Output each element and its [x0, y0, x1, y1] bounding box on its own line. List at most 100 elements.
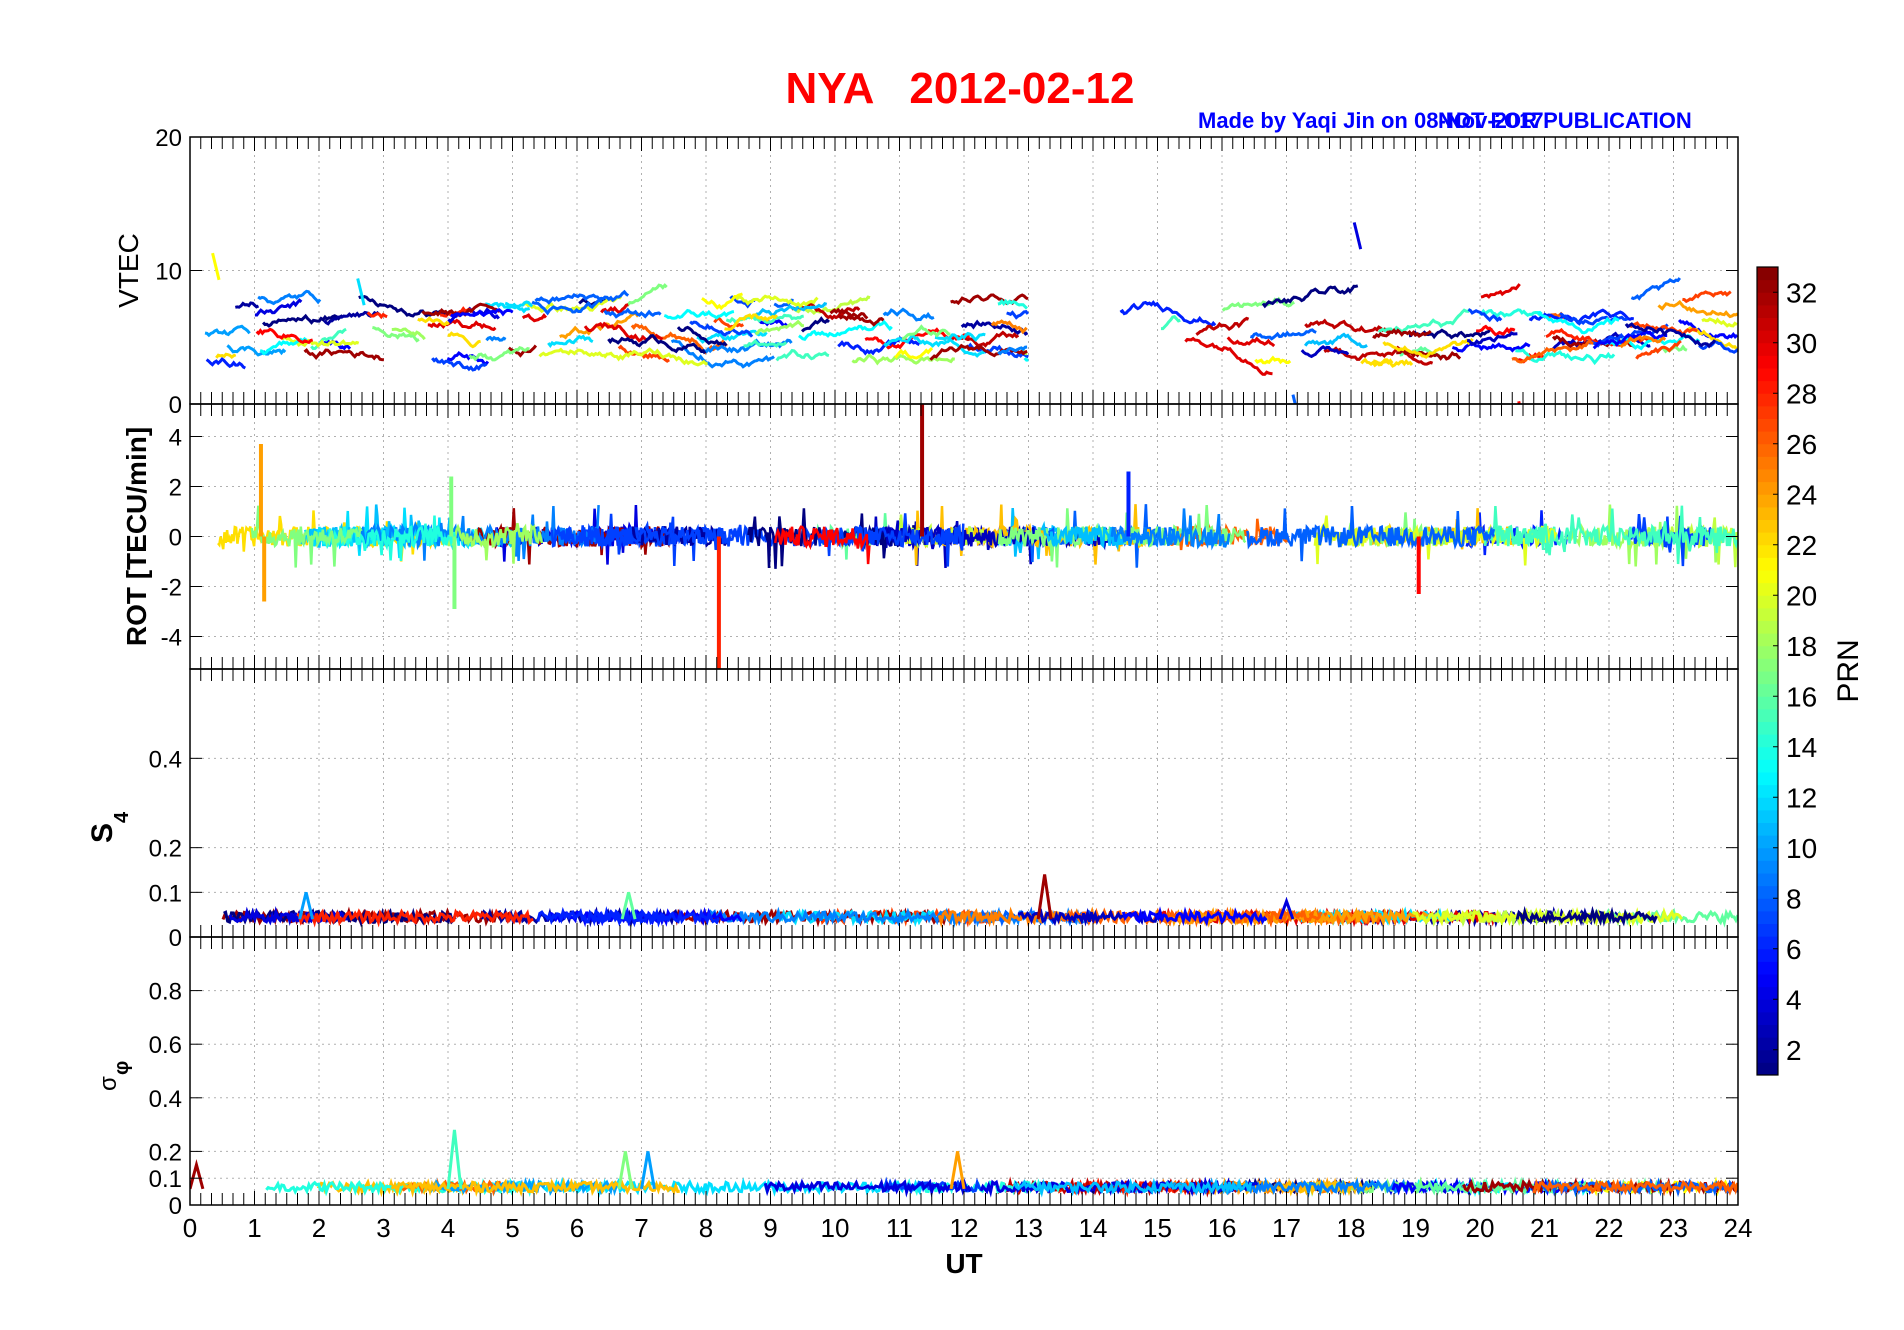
- x-tick-label: 6: [570, 1213, 584, 1243]
- colorbar-segment: [1757, 633, 1778, 647]
- colorbar-segment: [1757, 1024, 1778, 1038]
- colorbar-tick-label: 10: [1786, 833, 1817, 864]
- vtec-arc: [1023, 357, 1029, 362]
- colorbar-segment: [1757, 708, 1778, 722]
- colorbar-tick-label: 8: [1786, 883, 1802, 914]
- vtec-arc: [882, 307, 935, 322]
- vtec-arc: [1382, 337, 1474, 359]
- y-axis-label: σ: [95, 1076, 122, 1091]
- x-tick-label: 5: [505, 1213, 519, 1243]
- ticks: 0 0.1 0.2 0.4: [149, 669, 1739, 952]
- colorbar-segment: [1757, 961, 1778, 975]
- vtec-arc: [257, 289, 322, 306]
- colorbar-tick-label: 12: [1786, 782, 1817, 813]
- y-tick-label: 0.2: [149, 836, 182, 863]
- colorbar-segment: [1757, 506, 1778, 520]
- notice-text: NOT FOR PUBLICATION: [1438, 108, 1692, 133]
- vtec-arc: [538, 347, 604, 358]
- colorbar-segment: [1757, 683, 1778, 697]
- x-tick-label: 21: [1530, 1213, 1559, 1243]
- x-tick-label: 8: [699, 1213, 713, 1243]
- colorbar-segment: [1757, 860, 1778, 874]
- colorbar-segment: [1757, 557, 1778, 571]
- colorbar-segment: [1757, 772, 1778, 786]
- x-tick-label: 18: [1337, 1213, 1366, 1243]
- y-axis-label: VTEC: [113, 233, 144, 308]
- grid: [190, 669, 1738, 937]
- figure: 01020VTEC-4-2024ROT [TECU/min]00.10.20.4…: [86, 64, 1865, 1279]
- colorbar-segment: [1757, 582, 1778, 596]
- colorbar-segment: [1757, 494, 1778, 508]
- vtec-arc: [1249, 328, 1317, 341]
- x-tick-label: 10: [821, 1213, 850, 1243]
- y-tick-label: 0.6: [149, 1032, 182, 1059]
- vtec-arc: [303, 348, 385, 362]
- vtec-highlight: [211, 252, 221, 281]
- vtec-highlight: [1517, 400, 1521, 404]
- y-tick-label: 0.8: [149, 979, 182, 1006]
- colorbar-segment: [1757, 734, 1778, 748]
- colorbar-segment: [1757, 368, 1778, 382]
- colorbar-segment: [1757, 304, 1778, 318]
- vtec-arc: [427, 318, 497, 332]
- colorbar-tick-label: 6: [1786, 934, 1802, 965]
- vtec-panel: 0 10 20 VTEC: [113, 125, 1739, 419]
- x-tick-label: 24: [1724, 1213, 1753, 1243]
- x-tick-label: 0: [183, 1213, 197, 1243]
- y-tick-label: 0.4: [149, 1086, 182, 1113]
- colorbar-segment: [1757, 317, 1778, 331]
- colorbar-segment: [1757, 885, 1778, 899]
- colorbar-segment: [1757, 898, 1778, 912]
- colorbar: 2468101214161820222426283032PRN: [1756, 266, 1865, 1076]
- sigma-phi-panel: 00.10.20.40.60.8σφ0 1 2 3 4 5 6 7 8 9 10 11 12 13 14 15…: [95, 936, 1753, 1279]
- colorbar-segment: [1757, 519, 1778, 533]
- y-tick-label: -2: [161, 575, 182, 602]
- colorbar-tick-label: 22: [1786, 530, 1817, 561]
- x-tick-label: 15: [1143, 1213, 1172, 1243]
- colorbar-tick-label: 20: [1786, 580, 1817, 611]
- colorbar-segment: [1757, 355, 1778, 369]
- x-tick-label: 1: [247, 1213, 261, 1243]
- colorbar-segment: [1757, 809, 1778, 823]
- colorbar-segment: [1757, 456, 1778, 470]
- colorbar-segment: [1757, 342, 1778, 356]
- x-axis-label: UT: [945, 1248, 982, 1279]
- x-tick-label: 19: [1401, 1213, 1430, 1243]
- y-tick-label: 2: [169, 475, 182, 502]
- y-tick-label: 4: [169, 425, 182, 452]
- colorbar-segment: [1757, 330, 1778, 344]
- colorbar-segment: [1757, 986, 1778, 1000]
- vtec-arc: [1479, 308, 1543, 319]
- colorbar-segment: [1757, 974, 1778, 988]
- y-tick-label: 0.2: [149, 1139, 182, 1166]
- vtec-arc: [204, 324, 251, 338]
- y-tick-label: 0.4: [149, 746, 182, 773]
- colorbar-segment: [1757, 797, 1778, 811]
- series-group: [221, 874, 1738, 929]
- colorbar-tick-label: 24: [1786, 479, 1817, 510]
- colorbar-segment: [1757, 469, 1778, 483]
- colorbar-segment: [1757, 784, 1778, 798]
- x-tick-label: 11: [886, 1213, 913, 1243]
- rot-trace: [1483, 506, 1555, 556]
- chart-title: NYA 2012-02-12: [786, 64, 1135, 113]
- colorbar-segment: [1757, 847, 1778, 861]
- colorbar-segment: [1757, 532, 1778, 546]
- vtec-arc: [1682, 290, 1732, 304]
- colorbar-segment: [1757, 1037, 1778, 1051]
- colorbar-segment: [1757, 393, 1778, 407]
- vtec-arc: [1161, 315, 1181, 331]
- y-tick-label: -4: [161, 625, 182, 652]
- colorbar-segment: [1757, 948, 1778, 962]
- grid: [190, 937, 1738, 1205]
- vtec-arc: [743, 338, 788, 348]
- colorbar-tick-label: 28: [1786, 378, 1817, 409]
- colorbar-segment: [1757, 936, 1778, 950]
- colorbar-segment: [1757, 645, 1778, 659]
- sigma-phi-peak: [446, 1129, 463, 1190]
- vtec-highlight: [1291, 394, 1297, 404]
- colorbar-segment: [1757, 1062, 1778, 1076]
- vtec-arc: [1480, 283, 1521, 299]
- colorbar-segment: [1757, 570, 1778, 584]
- colorbar-segment: [1757, 405, 1778, 419]
